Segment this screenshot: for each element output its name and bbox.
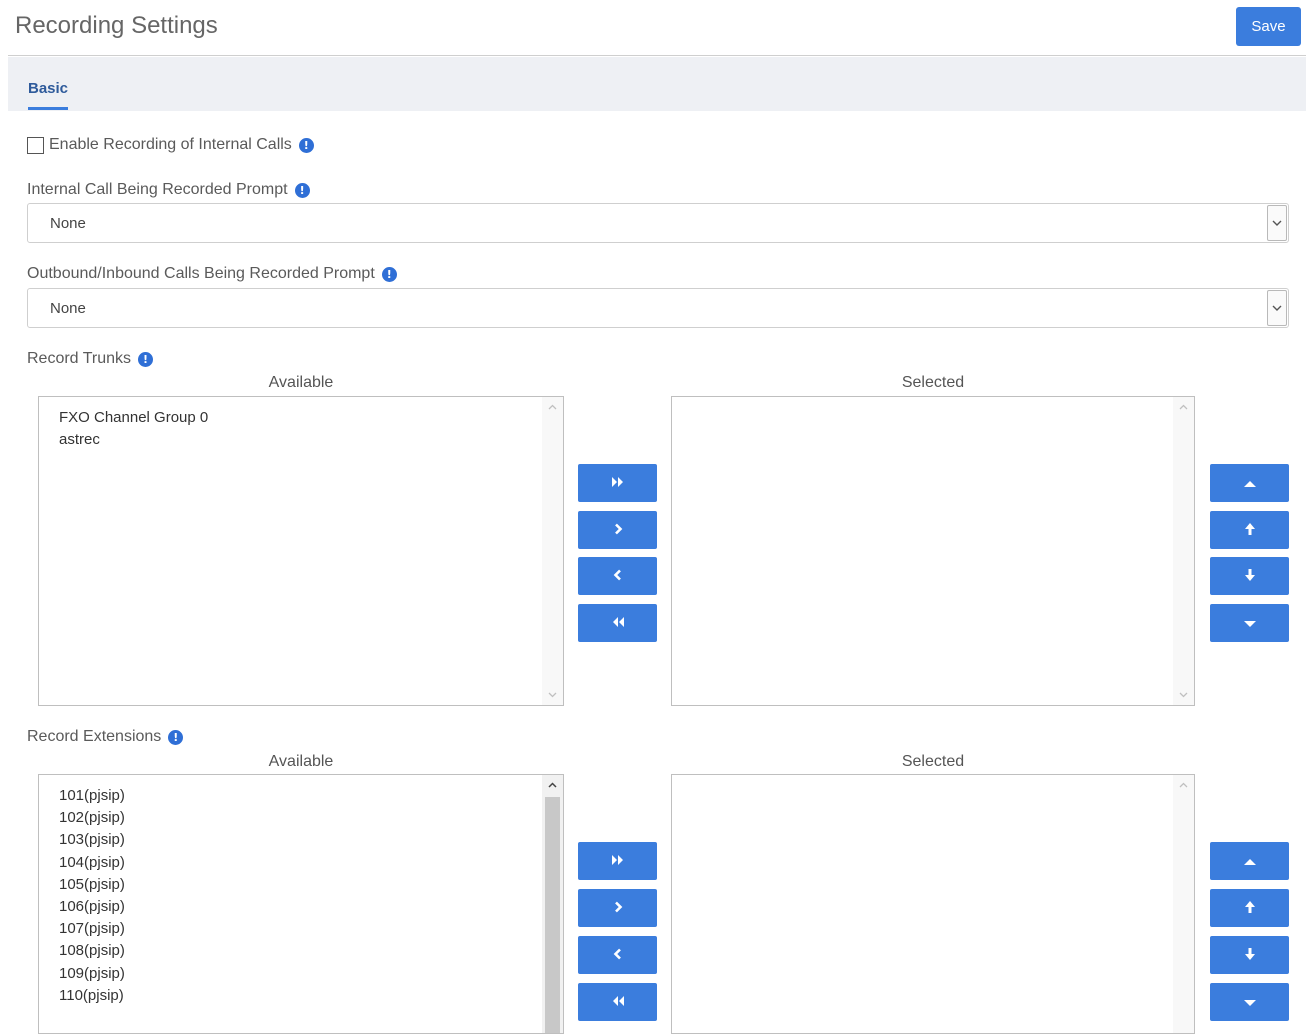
record-extensions-label-row: Record Extensions ! <box>27 728 184 746</box>
move-left-button[interactable] <box>578 936 657 974</box>
active-tab-indicator <box>28 107 68 110</box>
move-top-button[interactable] <box>1210 464 1289 502</box>
scrollbar[interactable] <box>1173 775 1194 1033</box>
arrow-up-icon <box>1244 900 1256 917</box>
move-bottom-button[interactable] <box>1210 983 1289 1021</box>
chevron-down-icon <box>1267 290 1287 326</box>
list-item[interactable]: 103(pjsip) <box>59 829 125 851</box>
internal-prompt-value: None <box>50 214 86 232</box>
double-chevron-left-icon <box>610 616 626 631</box>
scrollbar[interactable] <box>542 775 563 1033</box>
scroll-down-icon[interactable] <box>1173 685 1194 705</box>
chevron-down-icon <box>1267 205 1287 241</box>
arrow-down-icon <box>1244 568 1256 585</box>
move-down-button[interactable] <box>1210 936 1289 974</box>
enable-internal-checkbox[interactable] <box>27 136 44 154</box>
record-trunks-label-row: Record Trunks ! <box>27 350 154 368</box>
list-item[interactable]: astrec <box>59 429 208 451</box>
chevron-right-icon <box>613 901 623 916</box>
trunks-selected-list[interactable] <box>671 396 1195 706</box>
tab-basic[interactable]: Basic <box>28 80 68 97</box>
double-chevron-left-icon <box>610 995 626 1010</box>
move-left-button[interactable] <box>578 557 657 595</box>
chevron-left-icon <box>613 948 623 963</box>
info-icon[interactable]: ! <box>168 729 184 745</box>
internal-prompt-select[interactable]: None <box>27 203 1289 243</box>
scroll-up-icon[interactable] <box>1173 775 1194 795</box>
caret-up-icon <box>1243 476 1257 491</box>
extensions-available-items: 101(pjsip) 102(pjsip) 103(pjsip) 104(pjs… <box>59 785 125 1007</box>
page-title: Recording Settings <box>15 12 218 39</box>
tab-bar <box>8 57 1306 111</box>
outbound-prompt-label: Outbound/Inbound Calls Being Recorded Pr… <box>27 265 375 282</box>
list-item[interactable]: 107(pjsip) <box>59 918 125 940</box>
trunks-available-items: FXO Channel Group 0 astrec <box>59 407 208 451</box>
extensions-selected-heading: Selected <box>901 753 965 770</box>
scroll-up-icon[interactable] <box>542 397 563 417</box>
list-item[interactable]: 102(pjsip) <box>59 807 125 829</box>
list-item[interactable]: FXO Channel Group 0 <box>59 407 208 429</box>
record-extensions-label: Record Extensions <box>27 728 162 745</box>
move-all-right-button[interactable] <box>578 464 657 502</box>
caret-down-icon <box>1243 616 1257 631</box>
arrow-down-icon <box>1244 947 1256 964</box>
outbound-prompt-value: None <box>50 299 86 317</box>
internal-prompt-label-row: Internal Call Being Recorded Prompt ! <box>27 181 310 199</box>
scroll-thumb[interactable] <box>545 797 560 1033</box>
scroll-up-icon[interactable] <box>1173 397 1194 417</box>
trunks-available-heading: Available <box>268 374 334 391</box>
record-trunks-label: Record Trunks <box>27 350 132 367</box>
list-item[interactable]: 105(pjsip) <box>59 874 125 896</box>
chevron-left-icon <box>613 569 623 584</box>
extensions-available-heading: Available <box>268 753 334 770</box>
info-icon[interactable]: ! <box>138 351 154 367</box>
caret-up-icon <box>1243 854 1257 869</box>
chevron-right-icon <box>613 523 623 538</box>
move-top-button[interactable] <box>1210 842 1289 880</box>
outbound-prompt-label-row: Outbound/Inbound Calls Being Recorded Pr… <box>27 265 397 283</box>
header-divider <box>8 55 1306 56</box>
extensions-available-list[interactable]: 101(pjsip) 102(pjsip) 103(pjsip) 104(pjs… <box>38 774 564 1034</box>
list-item[interactable]: 104(pjsip) <box>59 852 125 874</box>
move-up-button[interactable] <box>1210 511 1289 549</box>
enable-internal-row: Enable Recording of Internal Calls ! <box>27 136 314 154</box>
extensions-selected-list[interactable] <box>671 774 1195 1034</box>
move-all-right-button[interactable] <box>578 842 657 880</box>
list-item[interactable]: 106(pjsip) <box>59 896 125 918</box>
move-right-button[interactable] <box>578 511 657 549</box>
move-down-button[interactable] <box>1210 557 1289 595</box>
scroll-up-icon[interactable] <box>542 775 563 795</box>
list-item[interactable]: 109(pjsip) <box>59 963 125 985</box>
outbound-prompt-select[interactable]: None <box>27 288 1289 328</box>
move-right-button[interactable] <box>578 889 657 927</box>
scrollbar[interactable] <box>542 397 563 705</box>
scrollbar[interactable] <box>1173 397 1194 705</box>
move-bottom-button[interactable] <box>1210 604 1289 642</box>
save-button[interactable]: Save <box>1236 7 1301 46</box>
move-up-button[interactable] <box>1210 889 1289 927</box>
double-chevron-right-icon <box>610 476 626 491</box>
info-icon[interactable]: ! <box>294 182 310 198</box>
info-icon[interactable]: ! <box>298 137 314 153</box>
trunks-available-list[interactable]: FXO Channel Group 0 astrec <box>38 396 564 706</box>
list-item[interactable]: 101(pjsip) <box>59 785 125 807</box>
scroll-down-icon[interactable] <box>542 685 563 705</box>
trunks-selected-heading: Selected <box>901 374 965 391</box>
move-all-left-button[interactable] <box>578 604 657 642</box>
move-all-left-button[interactable] <box>578 983 657 1021</box>
internal-prompt-label: Internal Call Being Recorded Prompt <box>27 181 288 198</box>
caret-down-icon <box>1243 995 1257 1010</box>
arrow-up-icon <box>1244 522 1256 539</box>
list-item[interactable]: 108(pjsip) <box>59 940 125 962</box>
double-chevron-right-icon <box>610 854 626 869</box>
enable-internal-label: Enable Recording of Internal Calls <box>49 136 292 153</box>
info-icon[interactable]: ! <box>381 266 397 282</box>
